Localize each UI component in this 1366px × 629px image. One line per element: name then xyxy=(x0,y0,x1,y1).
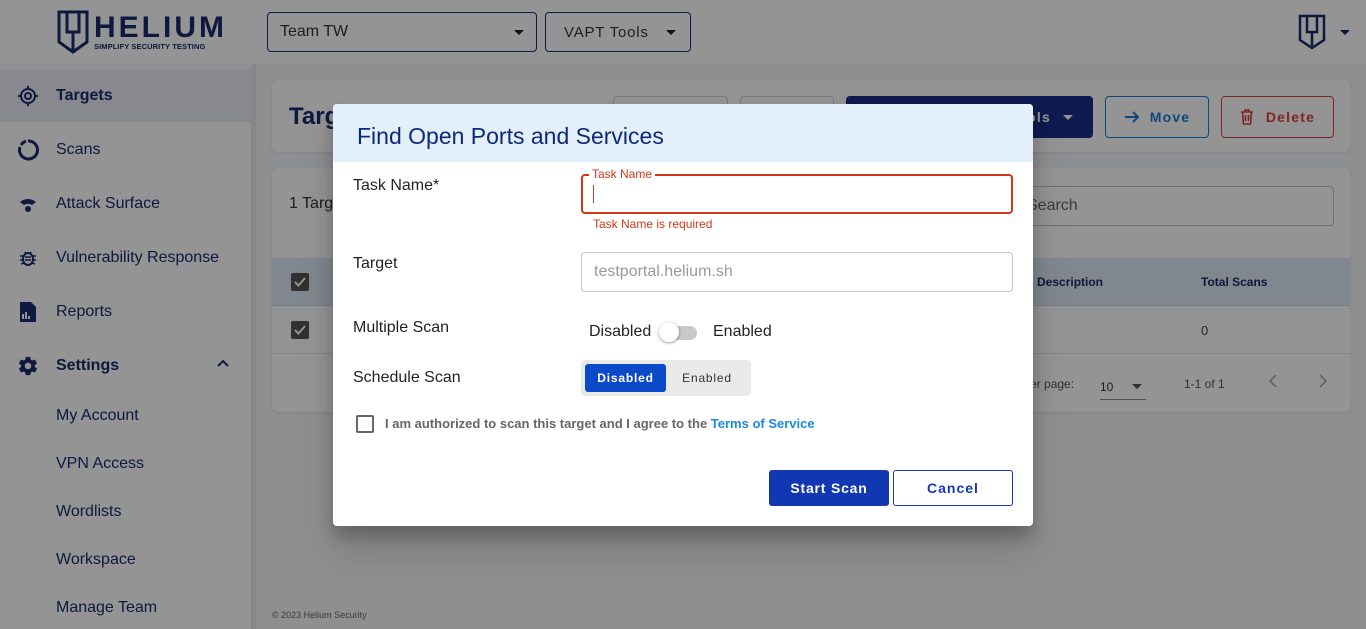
start-scan-button[interactable]: Start Scan xyxy=(769,470,889,506)
multiple-scan-on-label: Enabled xyxy=(713,323,772,340)
dialog-title-bar: Find Open Ports and Services xyxy=(333,104,1033,162)
text-cursor xyxy=(593,185,594,203)
switch-thumb[interactable] xyxy=(659,322,679,342)
schedule-disabled-option[interactable]: Disabled xyxy=(585,364,666,392)
target-label: Target xyxy=(353,255,398,272)
task-name-floating-label: Task Name xyxy=(589,167,656,181)
multiple-scan-label: Multiple Scan xyxy=(353,319,450,336)
cancel-button[interactable]: Cancel xyxy=(893,470,1013,506)
schedule-scan-label: Schedule Scan xyxy=(353,369,461,386)
find-open-ports-dialog: Find Open Ports and Services Task Name* … xyxy=(333,104,1033,526)
target-input[interactable]: testportal.helium.sh xyxy=(581,252,1013,292)
agreement-checkbox[interactable] xyxy=(356,415,374,433)
multiple-scan-off-label: Disabled xyxy=(589,323,652,340)
agreement-text: I am authorized to scan this target and … xyxy=(385,416,815,431)
dialog-title: Find Open Ports and Services xyxy=(357,123,664,149)
terms-of-service-link[interactable]: Terms of Service xyxy=(711,416,815,431)
task-name-error: Task Name is required xyxy=(593,217,713,231)
agreement-label: I am authorized to scan this target and … xyxy=(385,416,711,431)
task-name-label: Task Name* xyxy=(353,177,440,194)
target-value: testportal.helium.sh xyxy=(594,263,733,280)
schedule-enabled-option[interactable]: Enabled xyxy=(667,364,747,392)
schedule-scan-toggle-group: Disabled Enabled xyxy=(581,360,751,396)
